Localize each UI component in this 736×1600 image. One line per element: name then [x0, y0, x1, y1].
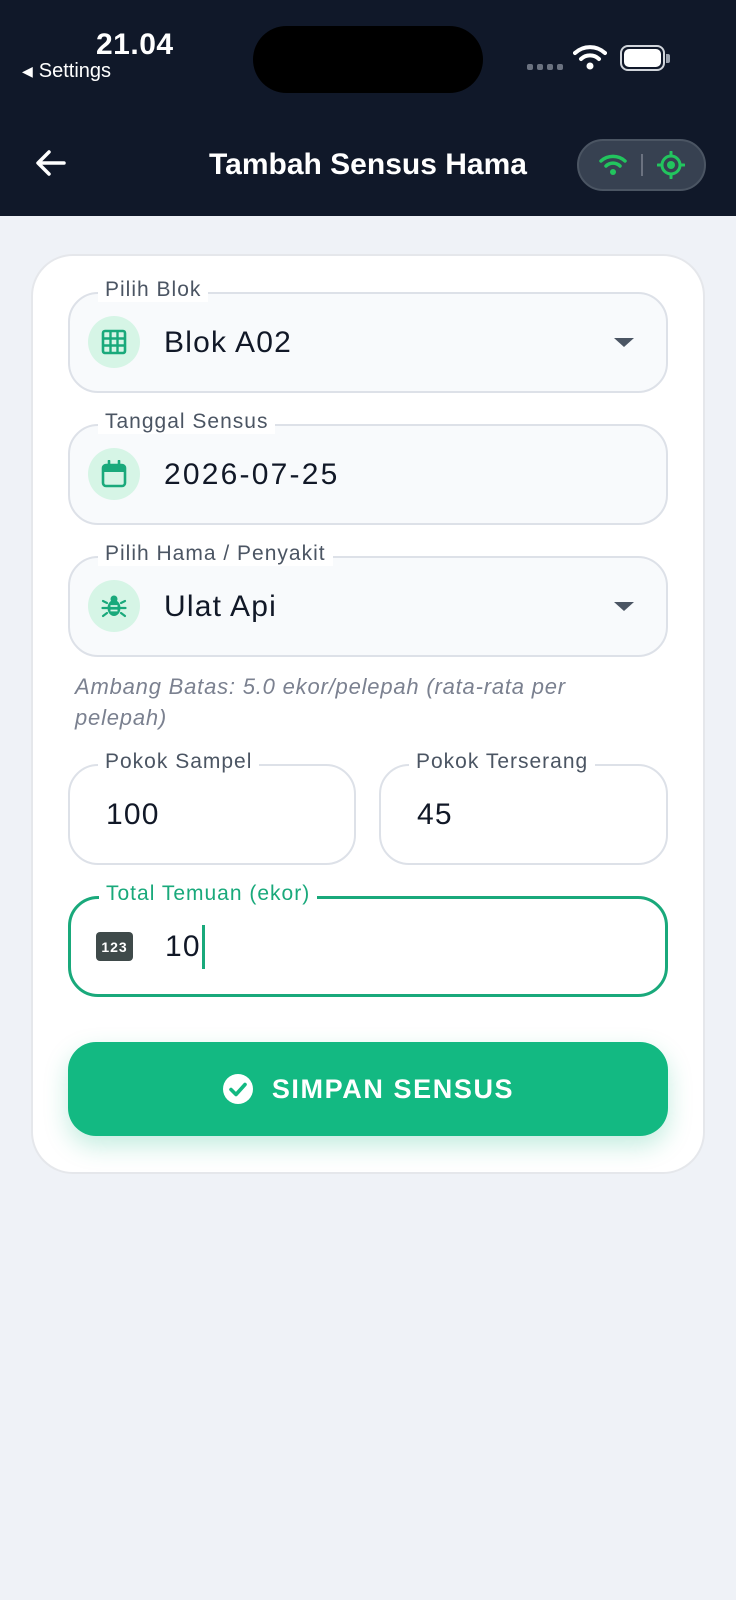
bug-icon [88, 580, 140, 632]
threshold-hint: Ambang Batas: 5.0 ekor/pelepah (rata-rat… [75, 674, 566, 730]
sample-trees-value: 100 [106, 797, 160, 831]
sample-trees-input[interactable]: Pokok Sampel 100 [68, 750, 356, 865]
chevron-down-icon [614, 602, 634, 611]
attacked-trees-input[interactable]: Pokok Terserang 45 [379, 750, 668, 865]
text-cursor [201, 924, 205, 969]
pest-select[interactable]: Pilih Hama / Penyakit Ulat Api [68, 542, 668, 657]
date-field-value: 2026-07-25 [164, 457, 340, 491]
grid-icon [88, 316, 140, 368]
attacked-trees-value: 45 [417, 797, 453, 831]
date-field[interactable]: Tanggal Sensus 2026-07-25 [68, 410, 668, 525]
total-findings-label: Total Temuan (ekor) [99, 882, 318, 906]
chevron-down-icon [614, 338, 634, 347]
status-back-link[interactable]: ◀ Settings [22, 60, 111, 83]
status-wifi-icon [573, 45, 607, 70]
pest-select-value: Ulat Api [164, 589, 277, 623]
numeric-icon: 123 [96, 932, 133, 961]
total-findings-value: 10 [165, 929, 201, 963]
block-select-value: Blok A02 [164, 325, 293, 359]
save-census-button[interactable]: SIMPAN SENSUS [68, 1042, 668, 1136]
connection-status-pill[interactable] [577, 139, 706, 191]
save-census-label: SIMPAN SENSUS [271, 1073, 515, 1104]
total-findings-value-wrap: 10 [165, 899, 205, 994]
wifi-icon [598, 154, 627, 175]
cellular-signal-icon [527, 64, 563, 70]
dynamic-island [253, 26, 483, 93]
pill-divider [640, 154, 643, 176]
total-findings-input[interactable]: Total Temuan (ekor) 123 10 [68, 882, 668, 997]
back-triangle-icon: ◀ [22, 63, 33, 79]
top-bar: 21.04 ◀ Settings Tambah Sensus Hama [0, 0, 736, 216]
calendar-icon [88, 448, 140, 500]
status-back-label: Settings [38, 60, 112, 82]
battery-icon [620, 45, 670, 71]
gps-target-icon [656, 151, 685, 179]
check-circle-icon [222, 1074, 253, 1104]
block-select[interactable]: Pilih Blok Blok A02 [68, 278, 668, 393]
status-time: 21.04 [96, 28, 174, 61]
